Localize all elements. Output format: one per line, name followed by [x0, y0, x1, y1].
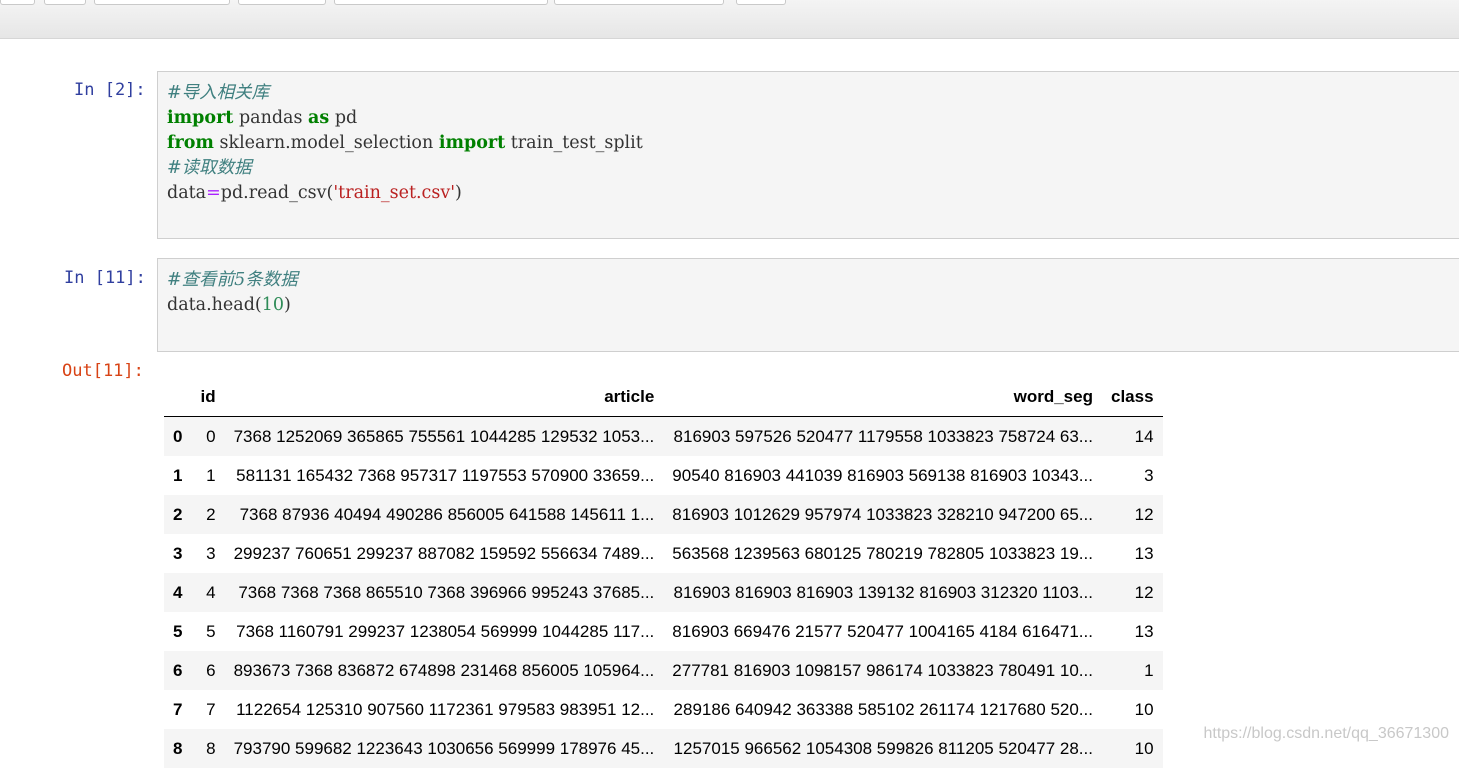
output-prompt: Out[11]:	[62, 361, 144, 381]
cell-word-seg: 90540 816903 441039 816903 569138 816903…	[672, 465, 1093, 485]
row-index: 6	[173, 660, 183, 680]
table-header-row: id article word_seg class	[164, 378, 1163, 417]
table-row: 3 3 299237 760651 299237 887082 159592 5…	[164, 534, 1163, 573]
dataframe-output: id article word_seg class 0 0 7368 12520…	[164, 378, 1163, 768]
column-header-article: article	[224, 378, 664, 417]
table-row: 2 2 7368 87936 40494 490286 856005 64158…	[164, 495, 1163, 534]
cell-1-input[interactable]: #导入相关库 import pandas as pd from sklearn.…	[157, 71, 1459, 239]
cell-id: 3	[206, 543, 216, 563]
cell-id: 4	[206, 582, 216, 602]
cell-class: 3	[1144, 465, 1154, 485]
code-line: from sklearn.model_selection import trai…	[167, 133, 643, 153]
cell-class: 10	[1134, 699, 1154, 719]
column-header-class: class	[1101, 378, 1163, 417]
cell-id: 2	[206, 504, 216, 524]
cell-id: 8	[206, 738, 216, 758]
table-row: 0 0 7368 1252069 365865 755561 1044285 1…	[164, 416, 1163, 456]
cell-word-seg: 816903 1012629 957974 1033823 328210 947…	[672, 504, 1093, 524]
row-index: 0	[173, 426, 183, 446]
row-index: 8	[173, 738, 183, 758]
code-line: import pandas as pd	[167, 108, 358, 128]
code-comment: #导入相关库	[167, 83, 270, 103]
cell-2-input[interactable]: #查看前5条数据 data.head(10)	[157, 258, 1459, 352]
cell-1-code[interactable]: #导入相关库 import pandas as pd from sklearn.…	[167, 81, 643, 206]
table-row: 1 1 581131 165432 7368 957317 1197553 57…	[164, 456, 1163, 495]
column-header-id: id	[191, 378, 225, 417]
cell-article: 7368 7368 7368 865510 7368 396966 995243…	[238, 582, 655, 602]
table-row: 8 8 793790 599682 1223643 1030656 569999…	[164, 729, 1163, 768]
cell-article: 7368 1160791 299237 1238054 569999 10442…	[236, 621, 655, 641]
cell-class: 13	[1134, 543, 1154, 563]
cell-class: 13	[1134, 621, 1154, 641]
row-index: 3	[173, 543, 183, 563]
code-comment: #查看前5条数据	[167, 270, 298, 290]
cell-article: 7368 87936 40494 490286 856005 641588 14…	[239, 504, 655, 524]
row-index: 5	[173, 621, 183, 641]
cell-word-seg: 563568 1239563 680125 780219 782805 1033…	[672, 543, 1093, 563]
toolbar-button[interactable]	[44, 0, 86, 5]
cell-class: 10	[1134, 738, 1154, 758]
cell-word-seg: 1257015 966562 1054308 599826 811205 520…	[673, 738, 1093, 758]
cell-2-code[interactable]: #查看前5条数据 data.head(10)	[167, 268, 298, 318]
row-index: 2	[173, 504, 183, 524]
notebook-toolbar	[0, 0, 1459, 39]
toolbar-button[interactable]	[238, 0, 326, 5]
table-row: 4 4 7368 7368 7368 865510 7368 396966 99…	[164, 573, 1163, 612]
code-line: data=pd.read_csv('train_set.csv')	[167, 183, 462, 203]
cell-article: 793790 599682 1223643 1030656 569999 178…	[233, 738, 655, 758]
toolbar-button[interactable]	[334, 0, 548, 5]
cell-word-seg: 277781 816903 1098157 986174 1033823 780…	[672, 660, 1093, 680]
toolbar-button[interactable]	[94, 0, 230, 5]
cell-1-prompt: In [2]:	[74, 80, 146, 100]
cell-class: 12	[1134, 582, 1154, 602]
cell-article: 7368 1252069 365865 755561 1044285 12953…	[233, 426, 655, 446]
table-row: 7 7 1122654 125310 907560 1172361 979583…	[164, 690, 1163, 729]
cell-id: 7	[206, 699, 216, 719]
code-comment: #读取数据	[167, 158, 252, 178]
row-index: 1	[173, 465, 183, 485]
cell-article: 893673 7368 836872 674898 231468 856005 …	[233, 660, 655, 680]
cell-word-seg: 816903 816903 816903 139132 816903 31232…	[673, 582, 1093, 602]
cell-class: 14	[1134, 426, 1154, 446]
cell-2-prompt: In [11]:	[64, 268, 146, 288]
code-line: data.head(10)	[167, 295, 291, 315]
row-index: 7	[173, 699, 183, 719]
cell-id: 5	[206, 621, 216, 641]
row-index: 4	[173, 582, 183, 602]
toolbar-button[interactable]	[736, 0, 786, 5]
cell-article: 581131 165432 7368 957317 1197553 570900…	[236, 465, 655, 485]
cell-article: 1122654 125310 907560 1172361 979583 983…	[236, 699, 655, 719]
watermark-url: https://blog.csdn.net/qq_36671300	[1203, 725, 1449, 742]
table-row: 5 5 7368 1160791 299237 1238054 569999 1…	[164, 612, 1163, 651]
cell-class: 1	[1144, 660, 1154, 680]
cell-class: 12	[1134, 504, 1154, 524]
cell-id: 1	[206, 465, 216, 485]
column-header-index	[164, 378, 192, 417]
cell-word-seg: 816903 669476 21577 520477 1004165 4184 …	[672, 621, 1093, 641]
cell-word-seg: 816903 597526 520477 1179558 1033823 758…	[673, 426, 1093, 446]
cell-article: 299237 760651 299237 887082 159592 55663…	[233, 543, 655, 563]
cell-word-seg: 289186 640942 363388 585102 261174 12176…	[673, 699, 1093, 719]
cell-id: 0	[206, 426, 216, 446]
cell-id: 6	[206, 660, 216, 680]
toolbar-button[interactable]	[554, 0, 724, 5]
column-header-word-seg: word_seg	[663, 378, 1102, 417]
toolbar-button[interactable]	[0, 0, 35, 5]
table-row: 6 6 893673 7368 836872 674898 231468 856…	[164, 651, 1163, 690]
